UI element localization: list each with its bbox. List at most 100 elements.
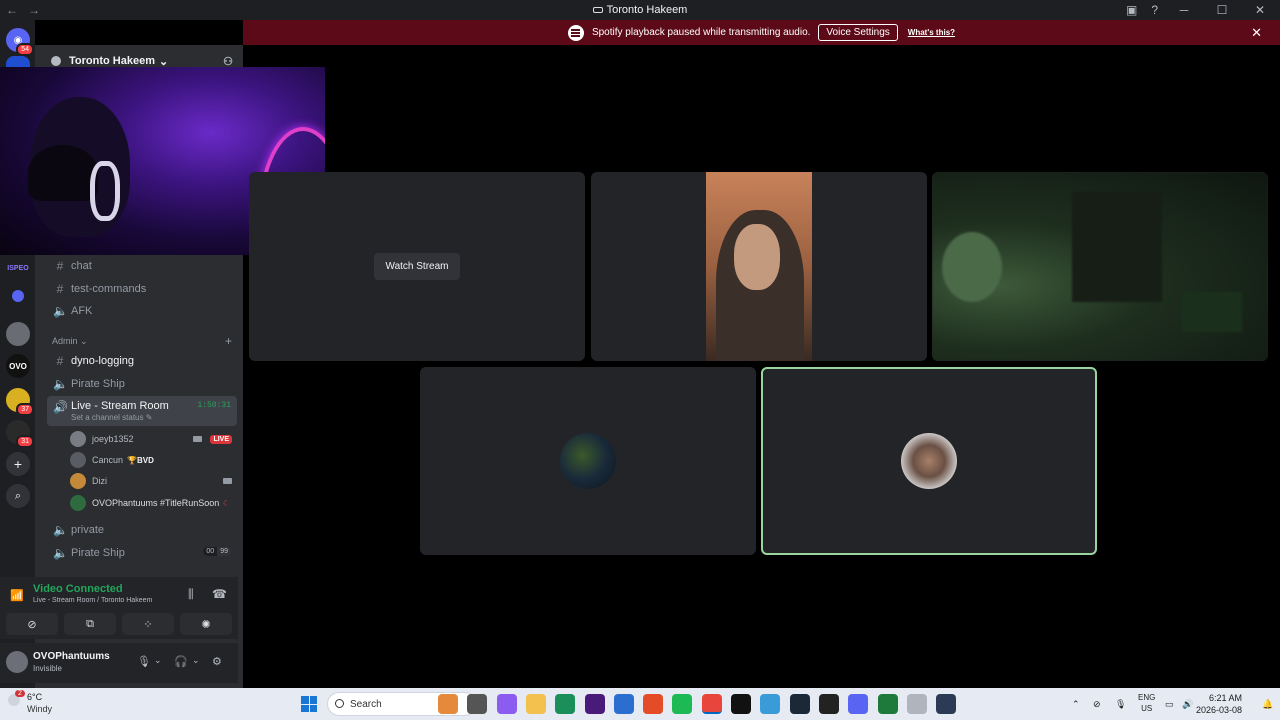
taskbar-app-icon[interactable] <box>525 694 546 714</box>
participant-tile[interactable] <box>420 367 756 555</box>
channel-status[interactable]: Set a channel status ✎ <box>71 413 152 422</box>
search-icon <box>335 699 344 708</box>
disconnect-icon[interactable]: ☎ <box>212 587 227 601</box>
help-icon[interactable]: ? <box>1151 3 1158 17</box>
speaker-icon: 🔈 <box>53 523 68 537</box>
taskbar-app-icon[interactable] <box>496 694 517 714</box>
microphone-icon[interactable]: 🎙 <box>1115 688 1126 720</box>
start-button[interactable] <box>301 696 317 712</box>
camera-blur-shape <box>942 232 1002 302</box>
network-off-icon[interactable]: ⊘ <box>1093 688 1101 720</box>
soundboard-button[interactable]: ✺ <box>180 613 232 635</box>
chevron-down-icon[interactable]: ⌄ <box>154 655 162 666</box>
notification-badge: 31 <box>16 435 34 448</box>
video-tile[interactable] <box>591 172 927 361</box>
camera-icon <box>193 436 202 442</box>
hashtag-icon: # <box>56 354 64 368</box>
channel-pirate-ship-2[interactable]: 🔈 Pirate Ship 00 99 <box>47 543 237 563</box>
clock[interactable]: 6:21 AM 2026-03-08 <box>1196 692 1242 716</box>
server-icon[interactable]: 37 <box>6 388 34 416</box>
weather-badge: 2 <box>15 690 25 697</box>
voice-status-subtitle[interactable]: Live - Stream Room / Toronto Hakeem <box>33 597 152 604</box>
server-icon[interactable]: 31 <box>6 420 34 448</box>
microphone-icon[interactable]: 🎙 <box>137 655 151 668</box>
signal-icon[interactable]: 📶 <box>10 589 24 602</box>
notice-bar: Spotify playback paused while transmitti… <box>243 20 1280 45</box>
avatar[interactable] <box>6 651 28 673</box>
video-tile[interactable] <box>932 172 1268 361</box>
taskbar-app-icon[interactable] <box>731 694 751 714</box>
taskbar-app-icon[interactable] <box>818 694 839 714</box>
headphones-icon[interactable]: 🎧 <box>174 655 188 668</box>
voice-settings-button[interactable]: Voice Settings <box>818 24 898 41</box>
channel-chat[interactable]: # chat <box>47 256 237 276</box>
moon-icon: ☾ <box>222 498 230 508</box>
taskbar-app-icon[interactable] <box>848 694 869 714</box>
watch-stream-button[interactable]: Watch Stream <box>374 253 460 280</box>
volume-icon[interactable]: 🔊 <box>1182 688 1193 720</box>
guild-tag: 🏆BVD <box>127 455 154 465</box>
taskbar-app-icon[interactable] <box>555 694 576 714</box>
taskbar-app-icon[interactable] <box>701 694 722 714</box>
minimize-button[interactable]: ─ <box>1172 3 1196 17</box>
taskbar-app-icon[interactable] <box>672 694 693 714</box>
noise-suppression-icon[interactable]: ⫼ <box>188 587 194 602</box>
hashtag-icon: # <box>56 282 64 296</box>
activities-button[interactable]: ⁘ <box>122 613 174 635</box>
close-icon[interactable]: ✕ <box>1251 25 1262 41</box>
speaker-icon: 🔊 <box>53 400 68 414</box>
voice-member[interactable]: joeyb1352 LIVE <box>70 429 236 449</box>
add-server-button[interactable]: + <box>6 452 30 476</box>
chevron-up-icon[interactable]: ⌃ <box>1072 688 1080 720</box>
title-bar: ← → Toronto Hakeem ▣ ? ─ ☐ ✕ <box>0 0 1280 20</box>
camera-off-button[interactable]: ⊘ <box>6 613 58 635</box>
home-button[interactable]: ◉ 54 <box>6 28 34 56</box>
channel-test-commands[interactable]: # test-commands <box>47 279 237 299</box>
taskbar-app-icon[interactable] <box>877 694 898 714</box>
chevron-down-icon: ⌄ <box>80 336 88 346</box>
screen-share-button[interactable]: ⧉ <box>64 613 116 635</box>
taskbar-app-icon[interactable] <box>789 694 810 714</box>
taskbar-app-icon[interactable] <box>906 694 927 714</box>
notification-badge: 54 <box>16 43 34 56</box>
chevron-down-icon[interactable]: ⌄ <box>192 655 200 666</box>
server-icon[interactable]: OVO <box>6 354 30 378</box>
channel-live-stream-room[interactable]: 🔊 Live - Stream Room 1:50:31 Set a channe… <box>47 396 237 426</box>
close-button[interactable]: ✕ <box>1248 3 1272 17</box>
taskbar-app-icon[interactable] <box>643 694 664 714</box>
user-limit-pill: 00 99 <box>203 547 231 556</box>
voice-member[interactable]: Cancun 🏆BVD <box>70 450 236 470</box>
category-admin[interactable]: Admin ⌄ + <box>52 334 232 348</box>
voice-member[interactable]: Dizi <box>70 471 236 491</box>
voice-member[interactable]: OVOPhantuums #TitleRunSoon ☾ <box>70 493 236 513</box>
notification-bell-icon[interactable]: 🔔 <box>1262 688 1273 720</box>
taskbar-app-icon[interactable] <box>438 694 458 714</box>
server-icon[interactable]: ISPEO <box>6 256 30 280</box>
taskbar-app-icon[interactable] <box>467 694 488 714</box>
user-status: Invisible <box>33 664 62 673</box>
whats-this-link[interactable]: What's this? <box>908 28 955 37</box>
maximize-button[interactable]: ☐ <box>1210 3 1234 17</box>
taskbar-app-icon[interactable] <box>760 694 781 714</box>
taskbar-app-icon[interactable] <box>584 694 605 714</box>
server-icon[interactable] <box>6 322 30 346</box>
compass-icon: ⌕ <box>14 489 22 502</box>
channel-private[interactable]: 🔈 private <box>47 520 237 540</box>
taskbar-app-icon[interactable] <box>936 694 957 714</box>
monitor-icon[interactable]: ▭ <box>1165 688 1174 720</box>
add-channel-icon[interactable]: + <box>225 334 232 348</box>
language-indicator[interactable]: ENG US <box>1138 692 1155 714</box>
username[interactable]: OVOPhantuums <box>33 651 110 662</box>
voice-status-title[interactable]: Video Connected <box>33 583 123 595</box>
gear-icon[interactable]: ⚙ <box>212 655 222 668</box>
channel-dyno-logging[interactable]: # dyno-logging <box>47 351 237 371</box>
folder-icon[interactable] <box>12 290 24 302</box>
avatar <box>70 473 86 489</box>
participant-tile-speaking[interactable] <box>761 367 1097 555</box>
channel-afk[interactable]: 🔈 AFK <box>47 301 237 321</box>
channel-pirate-ship[interactable]: 🔈 Pirate Ship <box>47 374 237 394</box>
taskbar-app-icon[interactable] <box>613 694 634 714</box>
inbox-icon[interactable]: ▣ <box>1126 3 1137 17</box>
discover-button[interactable]: ⌕ <box>6 484 30 508</box>
invite-icon[interactable]: ⚇ <box>223 55 233 68</box>
